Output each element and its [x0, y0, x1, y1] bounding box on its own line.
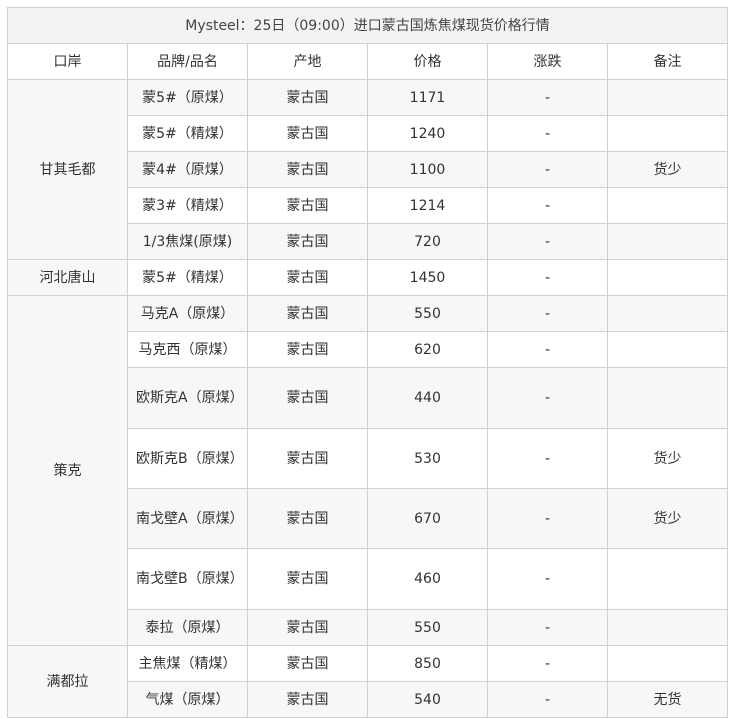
note-cell — [606, 331, 729, 368]
table-title-row: Mysteel：25日（09:00）进口蒙古国炼焦煤现货价格行情 — [6, 7, 729, 44]
table-title: Mysteel：25日（09:00）进口蒙古国炼焦煤现货价格行情 — [6, 7, 729, 44]
origin-cell: 蒙古国 — [247, 223, 368, 260]
price-cell: 720 — [367, 223, 488, 260]
note-cell — [606, 609, 729, 646]
note-cell — [606, 295, 729, 332]
note-cell: 货少 — [606, 428, 729, 489]
header-note: 备注 — [606, 43, 729, 80]
change-cell: - — [487, 428, 608, 489]
price-cell: 850 — [367, 645, 488, 682]
origin-cell: 蒙古国 — [247, 488, 368, 549]
price-cell: 460 — [367, 548, 488, 610]
brand-cell: 主焦煤（精煤） — [127, 645, 248, 682]
origin-cell: 蒙古国 — [247, 79, 368, 116]
origin-cell: 蒙古国 — [247, 548, 368, 610]
header-brand: 品牌/品名 — [127, 43, 248, 80]
origin-cell: 蒙古国 — [247, 609, 368, 646]
brand-cell: 泰拉（原煤） — [127, 609, 248, 646]
brand-cell: 马克A（原煤） — [127, 295, 248, 332]
change-cell: - — [487, 259, 608, 296]
note-cell — [606, 223, 729, 260]
port-cell: 甘其毛都 — [7, 79, 128, 260]
note-cell: 无货 — [606, 681, 729, 718]
brand-cell: 欧斯克A（原煤） — [127, 367, 248, 429]
header-change: 涨跌 — [487, 43, 608, 80]
header-price: 价格 — [367, 43, 488, 80]
port-cell: 满都拉 — [7, 645, 128, 718]
change-cell: - — [487, 223, 608, 260]
price-cell: 1171 — [367, 79, 488, 116]
price-cell: 550 — [367, 295, 488, 332]
port-cell: 河北唐山 — [7, 259, 128, 296]
note-cell — [606, 187, 729, 224]
note-cell — [606, 115, 729, 152]
price-cell: 1450 — [367, 259, 488, 296]
origin-cell: 蒙古国 — [247, 115, 368, 152]
brand-cell: 气煤（原煤） — [127, 681, 248, 718]
brand-cell: 蒙4#（原煤） — [127, 151, 248, 188]
change-cell: - — [487, 79, 608, 116]
origin-cell: 蒙古国 — [247, 151, 368, 188]
brand-cell: 1/3焦煤(原煤) — [127, 223, 248, 260]
brand-cell: 蒙5#（原煤） — [127, 79, 248, 116]
table-row: 策克 马克A（原煤） 蒙古国 550 - — [7, 295, 729, 646]
brand-cell: 南戈壁B（原煤） — [127, 548, 248, 610]
change-cell: - — [487, 115, 608, 152]
change-cell: - — [487, 609, 608, 646]
note-cell — [606, 548, 729, 610]
header-origin: 产地 — [247, 43, 368, 80]
note-cell — [606, 645, 729, 682]
brand-cell: 马克西（原煤） — [127, 331, 248, 368]
origin-cell: 蒙古国 — [247, 187, 368, 224]
brand-cell: 蒙5#（精煤） — [127, 115, 248, 152]
origin-cell: 蒙古国 — [247, 331, 368, 368]
price-cell: 540 — [367, 681, 488, 718]
note-cell: 货少 — [606, 488, 729, 549]
table-row: 满都拉 主焦煤（精煤） 蒙古国 850 - — [7, 645, 729, 718]
price-cell: 550 — [367, 609, 488, 646]
origin-cell: 蒙古国 — [247, 681, 368, 718]
origin-cell: 蒙古国 — [247, 428, 368, 489]
price-cell: 440 — [367, 367, 488, 429]
change-cell: - — [487, 645, 608, 682]
brand-cell: 欧斯克B（原煤） — [127, 428, 248, 489]
change-cell: - — [487, 367, 608, 429]
origin-cell: 蒙古国 — [247, 645, 368, 682]
change-cell: - — [487, 187, 608, 224]
price-cell: 1100 — [367, 151, 488, 188]
note-cell — [606, 367, 729, 429]
table-header-row: 口岸 品牌/品名 产地 价格 涨跌 备注 — [7, 43, 729, 80]
table-row: 甘其毛都 蒙5#（原煤） 蒙古国 1171 - — [7, 79, 729, 260]
origin-cell: 蒙古国 — [247, 259, 368, 296]
note-cell — [606, 259, 729, 296]
change-cell: - — [487, 681, 608, 718]
price-cell: 1214 — [367, 187, 488, 224]
note-cell: 货少 — [606, 151, 729, 188]
brand-cell: 南戈壁A（原煤） — [127, 488, 248, 549]
brand-cell: 蒙3#（精煤） — [127, 187, 248, 224]
origin-cell: 蒙古国 — [247, 367, 368, 429]
port-cell: 策克 — [7, 295, 128, 646]
note-cell — [606, 79, 729, 116]
price-table: Mysteel：25日（09:00）进口蒙古国炼焦煤现货价格行情 口岸 品牌/品… — [6, 7, 729, 718]
change-cell: - — [487, 331, 608, 368]
change-cell: - — [487, 295, 608, 332]
change-cell: - — [487, 151, 608, 188]
table-row: 河北唐山 蒙5#（精煤） 蒙古国 1450 - — [7, 259, 729, 296]
price-cell: 530 — [367, 428, 488, 489]
change-cell: - — [487, 548, 608, 610]
price-cell: 670 — [367, 488, 488, 549]
price-cell: 1240 — [367, 115, 488, 152]
origin-cell: 蒙古国 — [247, 295, 368, 332]
header-port: 口岸 — [7, 43, 128, 80]
change-cell: - — [487, 488, 608, 549]
price-cell: 620 — [367, 331, 488, 368]
brand-cell: 蒙5#（精煤） — [127, 259, 248, 296]
